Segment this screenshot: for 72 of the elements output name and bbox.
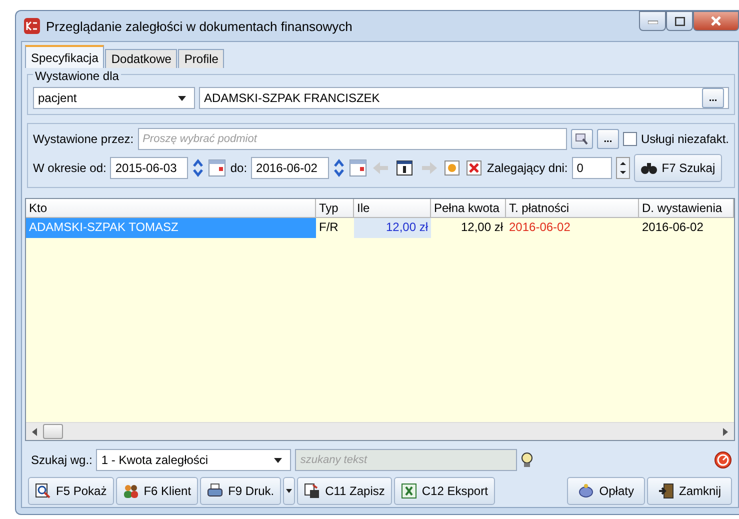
tab[interactable]: Dodatkowe [105,49,178,68]
calendar-icon[interactable] [349,159,368,177]
issued-by-label: Wystawione przez: [33,132,134,146]
delete-icon[interactable] [465,159,484,177]
browse-button[interactable]: ... [702,88,724,108]
toolbar-button[interactable]: F9 Druk. [200,477,282,505]
overdue-days-label: Zalegający dni: [487,161,568,175]
scroll-right-icon[interactable] [723,428,728,436]
door-exit-icon [658,483,674,499]
period-label: W okresie od: [33,161,106,175]
toolbar-button[interactable]: F5 Pokaż [28,477,114,505]
table-cell-text: 12,00 zł [460,219,504,236]
picker-button[interactable] [570,129,593,149]
caret-icon [286,489,292,493]
tab[interactable]: Specyfikacja [25,45,104,68]
calendar-icon[interactable] [208,159,226,177]
action-button[interactable]: Opłaty [567,477,645,505]
type-dropdown[interactable]: pacjent [33,87,195,109]
maximize-icon [674,16,684,26]
to-label: do: [230,161,248,175]
scroll-thumb[interactable] [43,424,63,439]
calendar-day-icon[interactable] [395,159,416,177]
maximize-button[interactable] [666,11,693,31]
search-by-dropdown[interactable]: 1 - Kwota zaległości [96,449,292,471]
picker-icon [574,133,589,145]
search-button[interactable]: F7 Szukaj [634,154,722,182]
magnifier-icon [35,483,51,499]
spinner-icon[interactable] [333,159,346,177]
scroll-left-icon[interactable] [32,428,37,436]
tab[interactable]: Profile [178,49,224,68]
minimize-button[interactable] [639,11,666,31]
date-to-field[interactable]: 2016-06-02 [251,157,330,179]
browse-button[interactable]: ... [596,129,619,149]
overdue-days-field[interactable]: 0 [572,157,612,179]
table-cell-text: 2016-06-02 [508,219,572,236]
checkbox[interactable] [622,132,637,146]
table-cell: ADAMSKI-SZPAK TOMASZ [26,218,316,238]
binoculars-icon [640,161,657,175]
table-cell-text: 2016-06-02 [641,219,704,236]
name-field[interactable]: ADAMSKI-SZPAK FRANCISZEK ... [199,87,729,109]
search-by-label: Szukaj wg.: [31,453,92,467]
close-button[interactable] [693,11,739,31]
column-header[interactable]: Ile [354,199,431,218]
column-header[interactable]: Typ [316,199,354,218]
table-cell-text: F/R [318,219,340,236]
column-header[interactable]: D. wystawienia [639,199,734,218]
date-from-field[interactable]: 2015-06-03 [110,157,188,179]
group-legend: Wystawione dla [33,69,121,83]
piggy-bank-icon [578,483,594,499]
lightbulb-icon[interactable] [521,452,534,468]
save-icon [304,483,320,499]
clock-icon[interactable] [714,451,732,469]
printer-icon [207,483,224,499]
people-icon [122,483,139,499]
toolbar-button[interactable]: C11 Zapisz [297,477,392,505]
dropdown-button[interactable] [283,477,296,505]
column-header[interactable]: T. płatności [506,199,639,218]
checkbox-label: Usługi niezafakt. [640,132,729,146]
minimize-icon [648,18,658,24]
column-header[interactable]: Pełna kwota [431,199,506,218]
window-title: Przeglądanie zaległości w dokumentach finansowych [46,18,354,34]
column-header[interactable]: Kto [26,199,316,218]
spin-buttons-icon[interactable] [616,157,630,179]
action-button[interactable]: Zamknij [646,477,732,505]
toolbar-button[interactable]: C12 Eksport [394,477,495,505]
app-logo-icon [24,18,40,34]
spreadsheet-icon [400,483,417,499]
close-icon [711,16,721,26]
toolbar-button[interactable]: F6 Klient [116,477,198,505]
horizontal-scrollbar[interactable] [26,422,734,440]
table-cell: 12,00 zł [354,218,431,238]
spinner-icon[interactable] [192,159,204,177]
